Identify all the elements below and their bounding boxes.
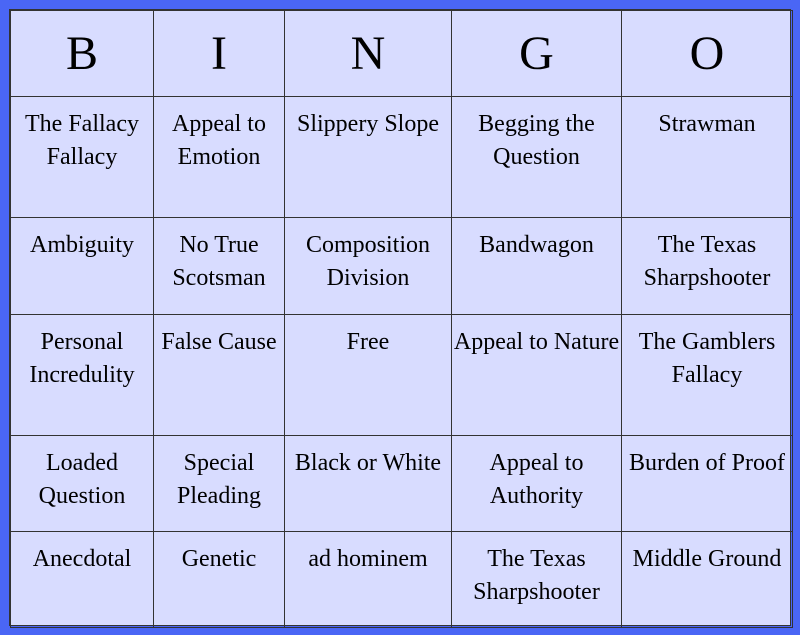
bingo-cell[interactable]: Appeal to Emotion xyxy=(153,96,285,218)
bingo-cell[interactable]: Appeal to Authority xyxy=(451,435,622,532)
bingo-cell[interactable]: Strawman xyxy=(621,96,793,218)
bingo-cell[interactable]: Special Pleading xyxy=(153,435,285,532)
bingo-cell[interactable]: ad hominem xyxy=(284,531,452,628)
bingo-row: Loaded Question Special Pleading Black o… xyxy=(10,435,793,532)
header-letter-i: I xyxy=(153,10,285,97)
bingo-cell[interactable]: Personal Incredulity xyxy=(10,314,154,436)
header-letter-n: N xyxy=(284,10,452,97)
bingo-cell[interactable]: Bandwagon xyxy=(451,217,622,315)
bingo-cell[interactable]: Slippery Slope xyxy=(284,96,452,218)
bingo-row: Ambiguity No True Scotsman Composition D… xyxy=(10,217,793,315)
free-space-cell[interactable]: Free xyxy=(284,314,452,436)
bingo-cell[interactable]: Black or White xyxy=(284,435,452,532)
bingo-cell[interactable]: Genetic xyxy=(153,531,285,628)
bingo-cell[interactable]: The Texas Sharpshooter xyxy=(621,217,793,315)
bingo-cell[interactable]: Loaded Question xyxy=(10,435,154,532)
bingo-header-row: B I N G O xyxy=(10,10,793,97)
bingo-cell[interactable]: Begging the Question xyxy=(451,96,622,218)
bingo-cell[interactable]: The Fallacy Fallacy xyxy=(10,96,154,218)
bingo-card: B I N G O The Fallacy Fallacy Appeal to … xyxy=(9,9,793,628)
bingo-grid: B I N G O The Fallacy Fallacy Appeal to … xyxy=(10,10,793,628)
bingo-cell[interactable]: Appeal to Nature xyxy=(451,314,622,436)
header-letter-g: G xyxy=(451,10,622,97)
bingo-row: Personal Incredulity False Cause Free Ap… xyxy=(10,314,793,436)
bingo-cell[interactable]: Ambiguity xyxy=(10,217,154,315)
bingo-cell[interactable]: Composition Division xyxy=(284,217,452,315)
bingo-cell[interactable]: The Gamblers Fallacy xyxy=(621,314,793,436)
bingo-cell[interactable]: The Texas Sharpshooter xyxy=(451,531,622,628)
bingo-row: Anecdotal Genetic ad hominem The Texas S… xyxy=(10,531,793,628)
bingo-cell[interactable]: Anecdotal xyxy=(10,531,154,628)
bingo-cell[interactable]: False Cause xyxy=(153,314,285,436)
bingo-cell[interactable]: No True Scotsman xyxy=(153,217,285,315)
header-letter-o: O xyxy=(621,10,793,97)
header-letter-b: B xyxy=(10,10,154,97)
bingo-cell[interactable]: Burden of Proof xyxy=(621,435,793,532)
bingo-row: The Fallacy Fallacy Appeal to Emotion Sl… xyxy=(10,96,793,218)
bingo-cell[interactable]: Middle Ground xyxy=(621,531,793,628)
